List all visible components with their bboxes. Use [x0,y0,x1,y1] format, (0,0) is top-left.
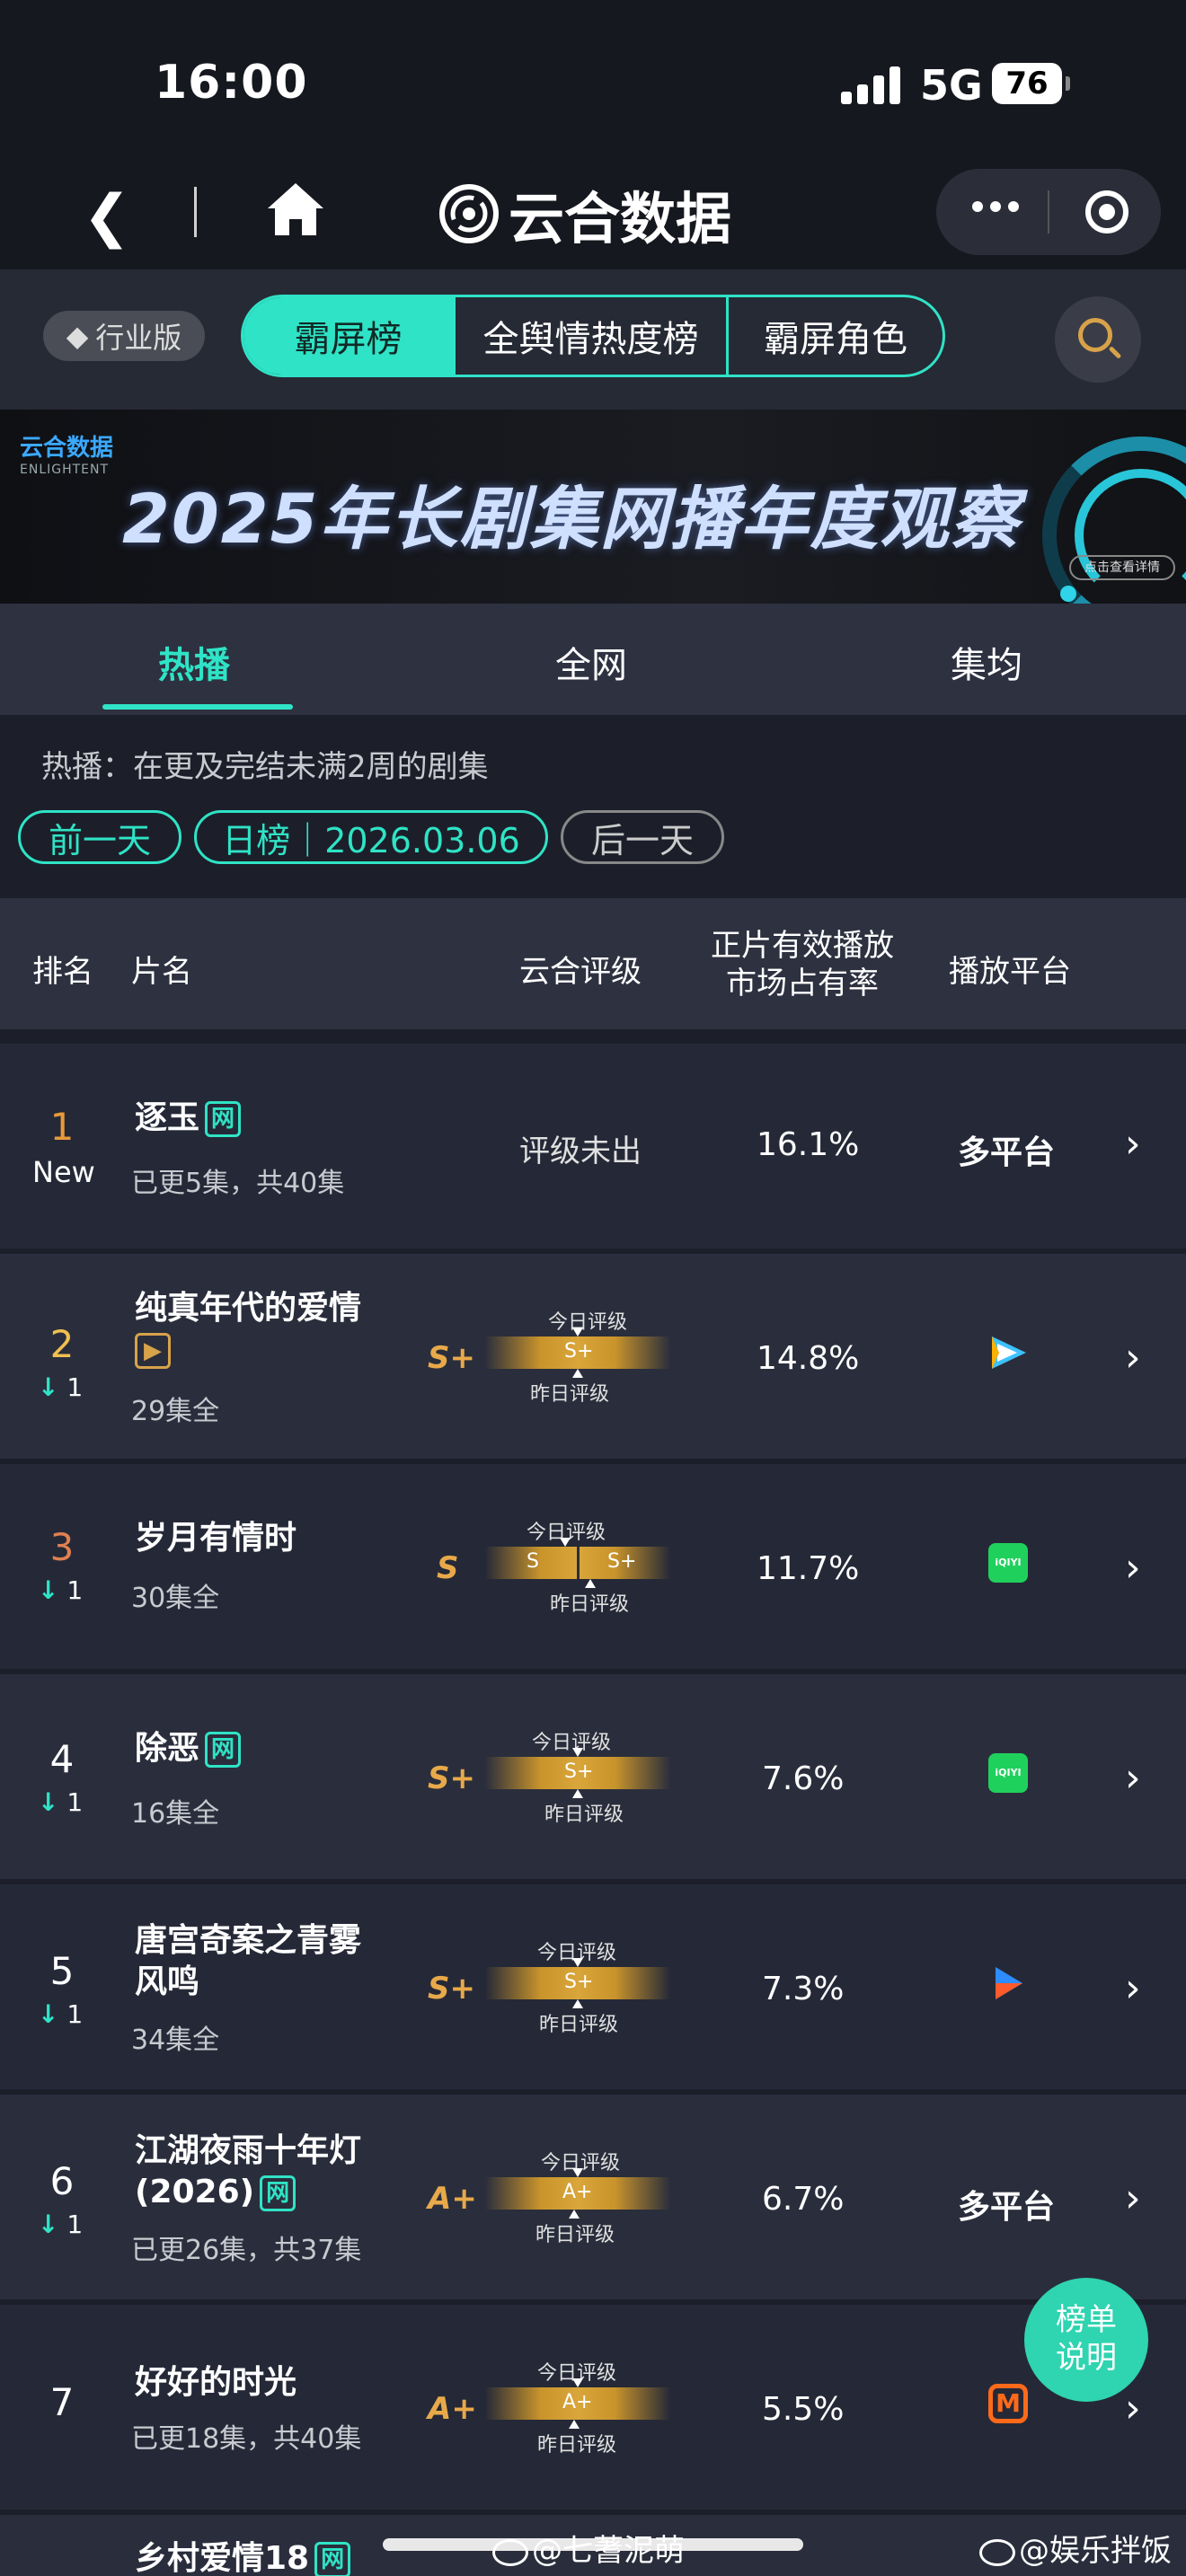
web-drama-tag: 网 [314,2542,351,2576]
chevron-right-icon[interactable]: › [1125,1335,1141,1381]
diamond-icon: ◆ [66,319,89,353]
rating-bar: S S+ [485,1538,670,1588]
table-row[interactable]: 7 好好的时光 已更18集，共40集 A+ 今日评级 A+ 昨日评级 5.5% … [0,2305,1186,2510]
watermark: @七蓍泥萌 [492,2526,685,2570]
chevron-right-icon[interactable]: › [1125,1121,1141,1167]
tab-bapingbang[interactable]: 霸屏榜 [243,297,456,375]
ranking-type-tabs: 霸屏榜 全舆情热度榜 霸屏角色 [241,295,945,377]
rating-bar: S+ [485,1748,670,1798]
table-row[interactable]: 6 ↓ 1 江湖夜雨十年灯(2026) 网 已更26集，共37集 A+ 今日评级 … [0,2095,1186,2299]
weibo-icon [492,2538,528,2566]
logo-icon [439,184,499,243]
prev-day-button[interactable]: 前一天 [18,810,181,864]
active-tab-indicator [102,704,293,710]
rating-bar: S+ [485,1328,670,1378]
edition-badge[interactable]: ◆ 行业版 [43,311,205,361]
mango-tv-icon: M [988,2384,1028,2423]
table-row[interactable]: 4 ↓ 1 除恶网 16集全 S+ 今日评级 S+ 昨日评级 7.6% iQIY… [0,1674,1186,1879]
signal-icon [841,65,900,104]
promo-banner[interactable]: 云合数据 ENLIGHTENT 2025年长剧集网播年度观察 点击查看详情 [0,410,1186,604]
more-dots-icon[interactable] [972,201,1019,212]
app-logo: 云合数据 [438,180,731,251]
watermark: @娱乐拌饭 [979,2526,1172,2570]
clock: 16:00 [155,56,308,110]
home-icon[interactable] [266,181,325,241]
table-row[interactable]: 3 ↓ 1 岁月有情时 30集全 S 今日评级 S S+ 昨日评级 11.7% i… [0,1464,1186,1669]
chevron-right-icon[interactable]: › [1125,1965,1141,2011]
next-day-button[interactable]: 后一天 [561,810,724,864]
web-drama-tag: 网 [205,1101,242,1137]
list-description: 热播：在更及完结未满2周的剧集 [41,749,489,785]
video-tag-icon: ▶ [135,1333,171,1369]
tab-quanyuqing[interactable]: 全舆情热度榜 [456,297,729,375]
rating-bar: S+ [485,1958,670,2008]
web-drama-tag: 网 [205,1732,242,1768]
sub-tabs: 热播 全网 集均 [0,604,1186,715]
weibo-icon [979,2538,1015,2566]
chevron-right-icon[interactable]: › [1125,2386,1141,2431]
web-drama-tag: 网 [260,2175,296,2211]
arrow-down-icon: ↓ [38,2210,59,2239]
tab-quanwang[interactable]: 全网 [555,636,627,688]
ranking-explanation-button[interactable]: 榜单 说明 [1024,2278,1148,2402]
tencent-video-icon [992,1337,1026,1369]
battery-icon: 76 [992,63,1070,104]
table-row[interactable]: 1 New 逐玉网 已更5集，共40集 评级未出 16.1% 多平台 › [0,1044,1186,1248]
ranking-toolbar: ◆ 行业版 霸屏榜 全舆情热度榜 霸屏角色 [0,269,1186,410]
date-selector[interactable]: 日榜｜2026.03.06 [194,810,548,864]
tab-bapingjuese[interactable]: 霸屏角色 [729,297,943,375]
chevron-right-icon[interactable]: › [1125,2175,1141,2221]
youku-icon [996,1967,1022,1999]
iqiyi-icon: iQIYI [988,1543,1028,1583]
table-row[interactable]: 5 ↓ 1 唐宫奇案之青雾风鸣 34集全 S+ 今日评级 S+ 昨日评级 7.3… [0,1884,1186,2089]
chevron-right-icon[interactable]: › [1125,1545,1141,1591]
close-target-icon[interactable] [1085,190,1128,234]
banner-headline: 2025年长剧集网播年度观察 [122,479,1021,559]
date-controls: 前一天 日榜｜2026.03.06 后一天 [18,810,724,864]
arrow-down-icon: ↓ [38,1999,59,2029]
rating-bar: A+ [485,2378,670,2429]
search-icon [1078,318,1112,352]
chevron-right-icon[interactable]: › [1125,1755,1141,1801]
arrow-down-icon: ↓ [38,1575,59,1605]
tab-jijun[interactable]: 集均 [951,636,1022,688]
arrow-down-icon: ↓ [38,1787,59,1817]
rating-bar: A+ [485,2168,670,2219]
table-row[interactable]: 2 ↓ 1 纯真年代的爱情 ▶ 29集全 S+ 今日评级 S+ 昨日评级 14.8… [0,1254,1186,1459]
arrow-down-icon: ↓ [38,1372,59,1402]
network-type: 5G [920,61,983,110]
banner-brand: 云合数据 ENLIGHTENT [20,435,114,477]
iqiyi-icon: iQIYI [988,1753,1028,1793]
mini-program-capsule [936,169,1161,255]
banner-detail-button[interactable]: 点击查看详情 [1069,555,1175,580]
app-title: 云合数据 [509,186,732,251]
back-icon[interactable]: ❮ [83,183,131,250]
nav-divider [194,187,197,237]
status-bar: 16:00 5G 76 [0,0,1186,162]
tab-rebo[interactable]: 热播 [158,636,230,688]
search-button[interactable] [1055,296,1141,383]
table-header: 排名 片名 云合评级 正片有效播放 市场占有率 播放平台 [0,898,1186,1029]
